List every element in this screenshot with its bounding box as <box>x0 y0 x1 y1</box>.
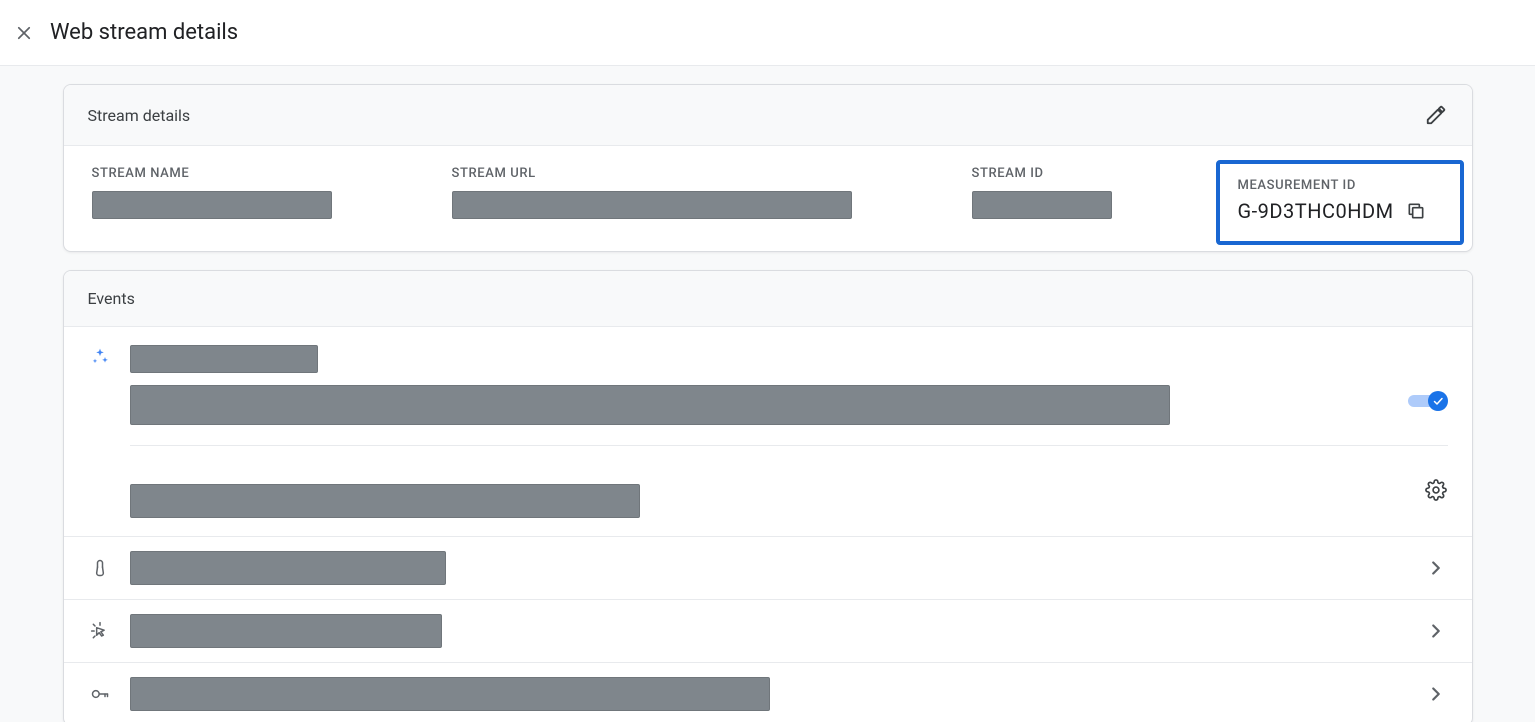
chevron-right-icon <box>1424 682 1448 706</box>
stream-url-label: STREAM URL <box>452 166 972 181</box>
sparkle-icon <box>88 345 112 369</box>
stream-details-title: Stream details <box>88 106 191 125</box>
stream-id-value <box>972 191 1112 219</box>
close-button[interactable] <box>12 21 36 45</box>
events-nav-2-label <box>130 614 442 648</box>
pencil-icon <box>1425 104 1447 126</box>
measurement-id-highlight: MEASUREMENT ID G-9D3THC0HDM <box>1216 160 1464 245</box>
stream-name-value <box>92 191 332 219</box>
edit-button[interactable] <box>1424 103 1448 127</box>
gear-icon <box>1425 479 1447 501</box>
stream-name-label: STREAM NAME <box>92 166 452 181</box>
field-stream-name: STREAM NAME <box>92 166 452 219</box>
touch-icon <box>88 556 112 580</box>
stream-details-row: STREAM NAME STREAM URL STREAM ID MEASURE… <box>64 146 1472 251</box>
events-header: Events <box>64 271 1472 327</box>
events-title: Events <box>88 289 135 308</box>
events-nav-row-2[interactable] <box>64 599 1472 662</box>
measurement-id-value: G-9D3THC0HDM <box>1238 199 1394 223</box>
events-row-description <box>130 385 1170 425</box>
stream-id-label: STREAM ID <box>972 166 1227 181</box>
stream-url-value <box>452 191 852 219</box>
page-title: Web stream details <box>50 20 238 45</box>
events-nav-3-label <box>130 677 770 711</box>
stream-details-card: Stream details STREAM NAME STREAM URL ST… <box>63 84 1473 252</box>
events-card: Events <box>63 270 1473 722</box>
field-stream-url: STREAM URL <box>452 166 972 219</box>
events-nav-row-3[interactable] <box>64 662 1472 722</box>
events-row-subtext <box>130 484 640 518</box>
field-stream-id: STREAM ID <box>972 166 1227 219</box>
body: Stream details STREAM NAME STREAM URL ST… <box>0 66 1535 722</box>
chevron-right-icon <box>1424 556 1448 580</box>
events-enhanced-row <box>64 327 1472 536</box>
events-row-title <box>130 345 318 373</box>
key-icon <box>88 682 112 706</box>
events-nav-row-1[interactable] <box>64 536 1472 599</box>
enhanced-measurement-toggle[interactable] <box>1408 391 1448 411</box>
close-icon <box>15 24 33 42</box>
copy-measurement-id-button[interactable] <box>1404 199 1428 223</box>
measurement-id-label: MEASUREMENT ID <box>1238 178 1444 193</box>
events-nav-1-label <box>130 551 446 585</box>
copy-icon <box>1406 201 1426 221</box>
chevron-right-icon <box>1424 619 1448 643</box>
cursor-click-icon <box>88 619 112 643</box>
panel-header: Web stream details <box>0 0 1535 66</box>
events-settings-button[interactable] <box>1424 478 1448 502</box>
stream-details-header: Stream details <box>64 85 1472 146</box>
check-icon <box>1432 395 1444 407</box>
